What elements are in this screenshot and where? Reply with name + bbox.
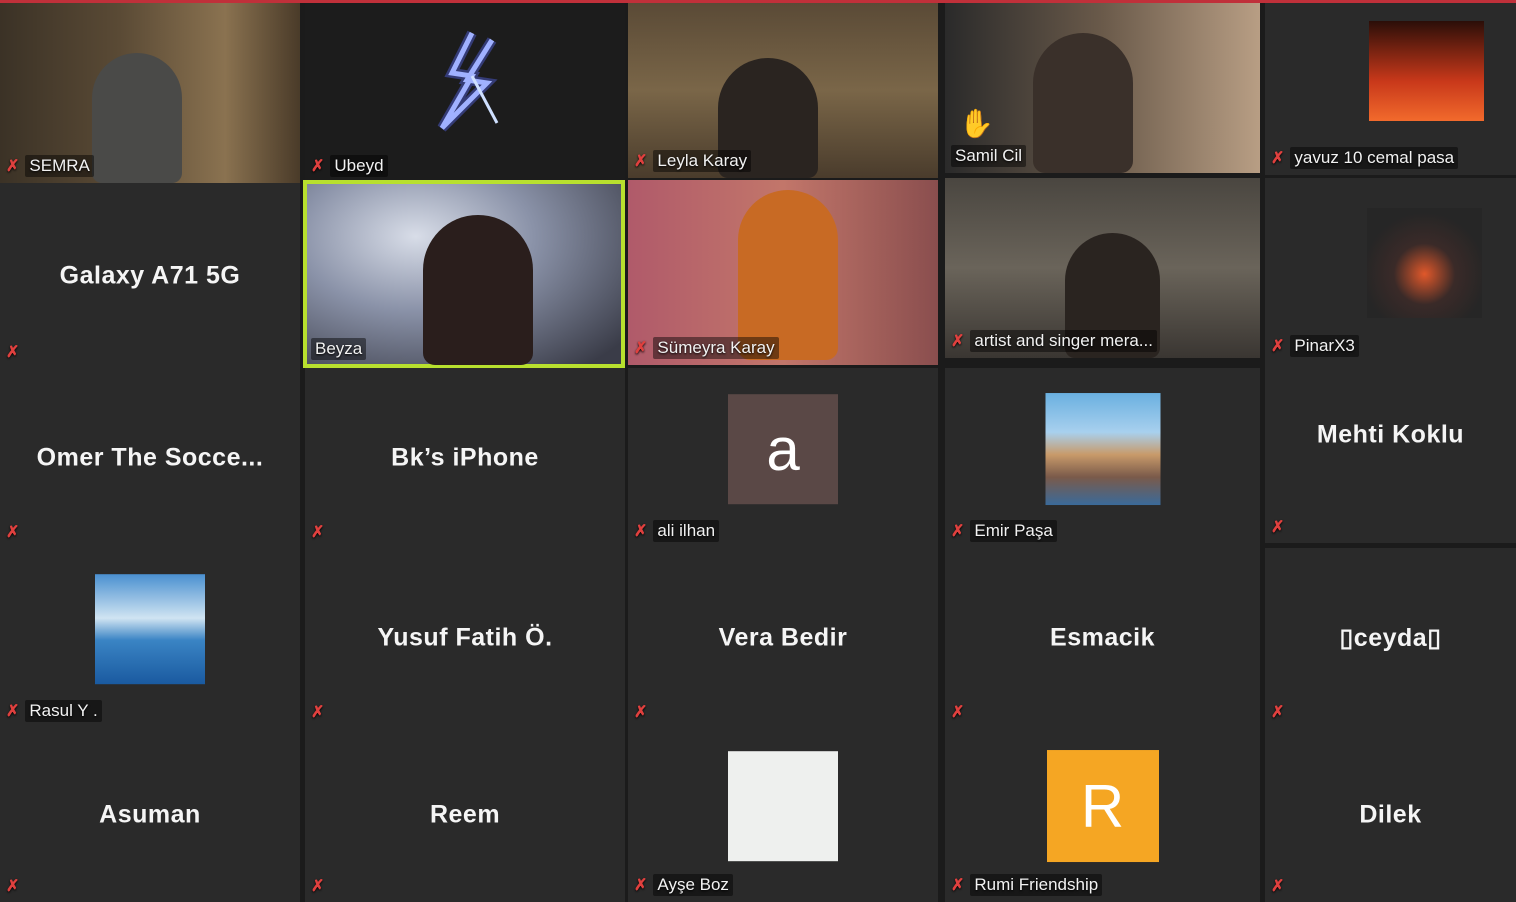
participant-name-label: ✗ PinarX3 <box>1271 335 1359 357</box>
profile-avatar <box>728 751 838 862</box>
participant-display-name: Bk’s iPhone <box>391 443 539 472</box>
participant-name-label: ✗ Leyla Karay <box>634 150 752 172</box>
participant-name-label: ✗ <box>951 702 964 722</box>
mic-muted-icon: ✗ <box>6 158 20 175</box>
participant-display-name: Esmacik <box>1050 623 1155 652</box>
mic-muted-icon: ✗ <box>951 333 965 350</box>
mic-muted-icon: ✗ <box>1271 150 1285 167</box>
participant-name-label: ✗ <box>6 522 19 542</box>
participant-video <box>92 53 182 183</box>
participant-video <box>1367 208 1482 318</box>
participant-display-name: Vera Bedir <box>718 623 848 652</box>
participant-tile-beyza[interactable]: Beyza <box>303 180 625 368</box>
participant-name-label: ✗ Ubeyd <box>311 155 388 177</box>
participant-tile-yavuz[interactable]: ✗ yavuz 10 cemal pasa <box>1265 3 1516 175</box>
participant-tile-ayse-boz[interactable]: ✗ Ayşe Boz <box>628 728 938 902</box>
participant-name-label: ✗ <box>1271 702 1284 722</box>
mic-muted-icon: ✗ <box>1271 878 1285 895</box>
participant-name-label: ✗ Ayşe Boz <box>634 874 733 896</box>
participant-tile-ali-ilhan[interactable]: a ✗ ali ilhan <box>628 368 938 548</box>
participant-tile-pinarx3[interactable]: ✗ PinarX3 <box>1265 178 1516 363</box>
participant-display-name: ▯ceyda▯ <box>1339 624 1442 652</box>
participant-tile-mehti-koklu[interactable]: Mehti Koklu ✗ <box>1265 363 1516 543</box>
participant-video <box>1369 21 1484 121</box>
lightning-image <box>437 30 499 132</box>
participant-name-label: ✗ <box>6 342 19 362</box>
participant-tile-asuman[interactable]: Asuman ✗ <box>0 728 300 902</box>
participant-name-label: ✗ <box>6 876 19 896</box>
participant-name-label: ✗ <box>634 702 647 722</box>
participant-display-name: Yusuf Fatih Ö. <box>377 623 553 652</box>
mic-muted-icon: ✗ <box>951 704 965 721</box>
participant-name-label: ✗ <box>311 522 324 542</box>
mic-muted-icon: ✗ <box>634 153 648 170</box>
participant-display-name: Asuman <box>99 800 201 829</box>
participant-tile-esmacik[interactable]: Esmacik ✗ <box>945 548 1260 728</box>
mic-muted-icon: ✗ <box>6 878 20 895</box>
participant-tile-rumi-friendship[interactable]: R ✗ Rumi Friendship <box>945 728 1260 902</box>
profile-avatar: a <box>728 394 838 505</box>
participant-display-name: Omer The Socce... <box>36 443 264 472</box>
participant-video <box>738 190 838 360</box>
participant-display-name: Reem <box>429 800 501 829</box>
mic-muted-icon: ✗ <box>311 704 325 721</box>
participant-tile-sumeyra-karay[interactable]: ✗ Sümeyra Karay <box>628 180 938 365</box>
participant-tile-ubeyd[interactable]: ✗ Ubeyd <box>305 3 625 183</box>
mic-muted-icon: ✗ <box>311 878 325 895</box>
mic-muted-icon: ✗ <box>6 703 20 720</box>
participant-name-label: ✗ Rumi Friendship <box>951 874 1103 896</box>
participant-name-label: ✗ Rasul Y . <box>6 700 102 722</box>
participant-display-name: Dilek <box>1359 800 1422 829</box>
profile-avatar: R <box>1046 750 1159 863</box>
participant-tile-galaxy[interactable]: Galaxy A71 5G ✗ <box>0 183 300 368</box>
participant-tile-yusuf[interactable]: Yusuf Fatih Ö. ✗ <box>305 548 625 728</box>
participant-name-label: ✗ Emir Paşa <box>951 520 1057 542</box>
mic-muted-icon: ✗ <box>634 523 648 540</box>
mic-muted-icon: ✗ <box>951 523 965 540</box>
mic-muted-icon: ✗ <box>634 877 648 894</box>
mic-muted-icon: ✗ <box>6 344 20 361</box>
profile-avatar <box>1045 393 1160 506</box>
participant-name-label: ✗ SEMRA <box>6 155 94 177</box>
participant-name-label: Samil Cil <box>951 145 1027 167</box>
participant-tile-bks-iphone[interactable]: Bk’s iPhone ✗ <box>305 368 625 548</box>
participant-tile-dilek[interactable]: Dilek ✗ <box>1265 728 1516 902</box>
participant-tile-rasul[interactable]: ✗ Rasul Y . <box>0 548 300 728</box>
participant-name-label: ✗ Sümeyra Karay <box>634 337 779 359</box>
mic-muted-icon: ✗ <box>311 158 325 175</box>
mic-muted-icon: ✗ <box>1271 519 1285 536</box>
mic-muted-icon: ✗ <box>311 524 325 541</box>
participant-name-label: ✗ ali ilhan <box>634 520 720 542</box>
participant-name-label: ✗ <box>311 702 324 722</box>
mic-muted-icon: ✗ <box>1271 338 1285 355</box>
mic-muted-icon: ✗ <box>634 704 648 721</box>
participant-tile-semra[interactable]: ✗ SEMRA <box>0 3 300 183</box>
participant-tile-samil-cil[interactable]: ✋ Samil Cil <box>945 3 1260 173</box>
participant-tile-emir-pasa[interactable]: ✗ Emir Paşa <box>945 368 1260 548</box>
participant-display-name: Mehti Koklu <box>1316 420 1465 449</box>
participant-tile-vera-bedir[interactable]: Vera Bedir ✗ <box>628 548 938 728</box>
participant-name-label: ✗ <box>311 876 324 896</box>
gallery-grid: ✗ SEMRA ✗ Ubeyd ✗ Leyla Karay ✋ Samil Cil ✗… <box>0 3 1516 902</box>
participant-name-label: ✗ <box>1271 517 1284 537</box>
participant-video <box>1033 33 1133 173</box>
participant-tile-leyla-karay[interactable]: ✗ Leyla Karay <box>628 3 938 178</box>
participant-name-label: ✗ <box>1271 876 1284 896</box>
participant-name-label: ✗ yavuz 10 cemal pasa <box>1271 147 1459 169</box>
mic-muted-icon: ✗ <box>1271 704 1285 721</box>
mic-muted-icon: ✗ <box>951 877 965 894</box>
raised-hand-icon: ✋ <box>959 108 994 139</box>
participant-tile-omer[interactable]: Omer The Socce... ✗ <box>0 368 300 548</box>
mic-muted-icon: ✗ <box>6 524 20 541</box>
participant-tile-ceyda[interactable]: ▯ceyda▯ ✗ <box>1265 548 1516 728</box>
participant-name-label: Beyza <box>311 338 367 360</box>
participant-tile-artist[interactable]: ✗ artist and singer mera... <box>945 178 1260 358</box>
participant-name-label: ✗ artist and singer mera... <box>951 330 1157 352</box>
participant-video <box>423 215 533 365</box>
mic-muted-icon: ✗ <box>634 340 648 357</box>
participant-display-name: Galaxy A71 5G <box>59 261 241 289</box>
profile-avatar <box>95 574 205 685</box>
participant-tile-reem[interactable]: Reem ✗ <box>305 728 625 902</box>
